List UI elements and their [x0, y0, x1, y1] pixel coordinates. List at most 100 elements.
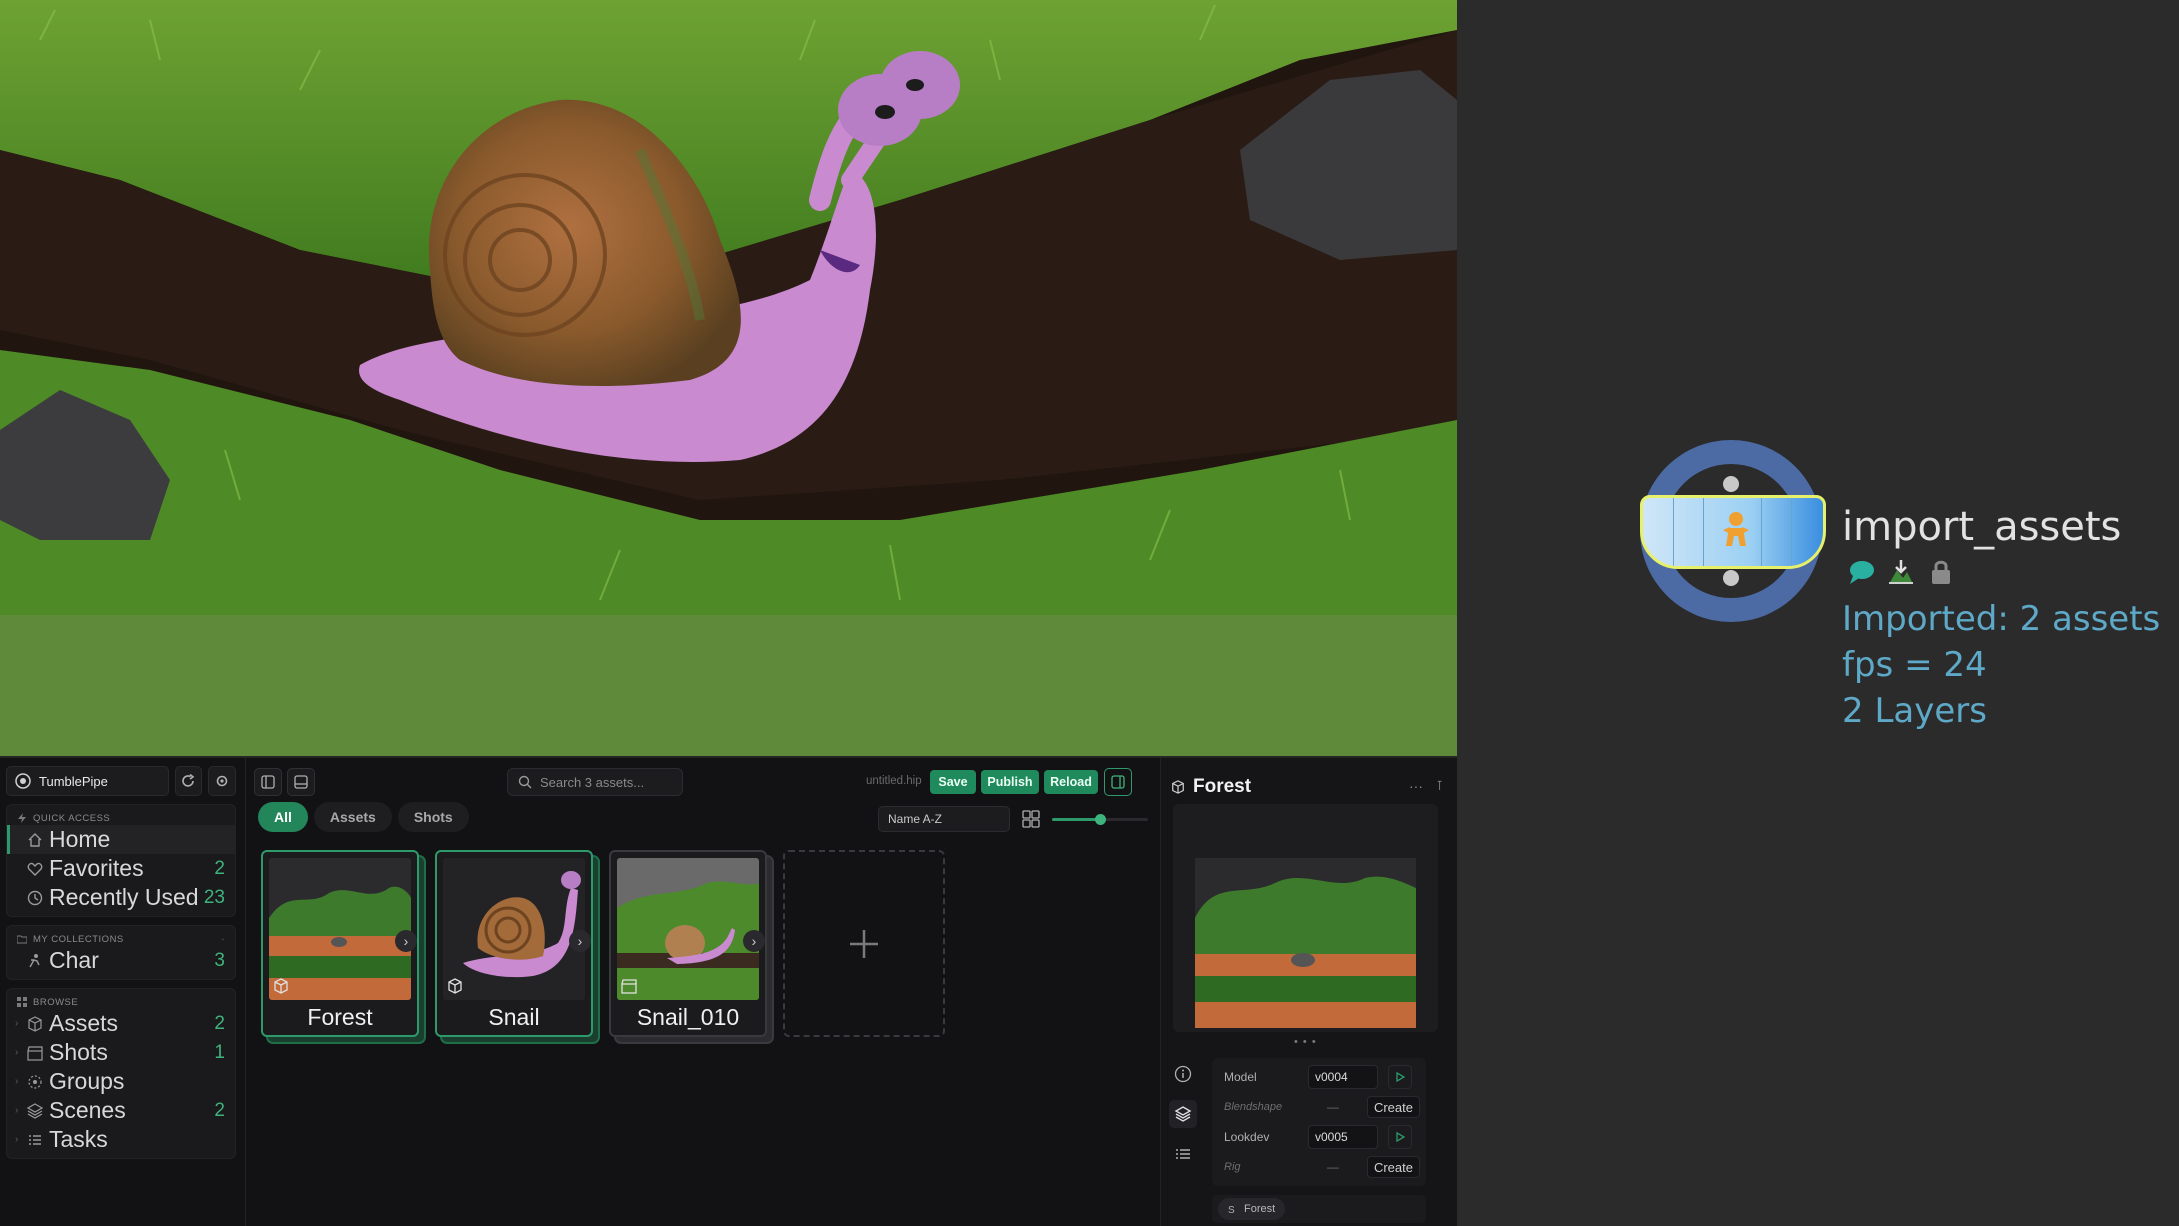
open-arrow-icon[interactable]: › [569, 930, 591, 952]
refresh-button[interactable] [174, 766, 203, 796]
node-info-line: fps = 24 [1842, 645, 1987, 685]
toggle-details-button[interactable] [1104, 768, 1132, 796]
sidebar-item-scenes[interactable]: › Scenes 2 [7, 1096, 235, 1125]
heart-icon [27, 861, 43, 877]
item-count: 2 [214, 1099, 225, 1121]
layer-version: — [1326, 1160, 1339, 1174]
expand-caret-icon[interactable]: › [15, 1076, 18, 1087]
tab-assets[interactable]: Assets [313, 802, 392, 832]
node-info: Imported: 2 assets fps = 24 2 Layers [1842, 596, 2160, 734]
scene-icon: S [1228, 1205, 1235, 1214]
layer-version: — [1326, 1100, 1339, 1114]
view-mode-button[interactable] [1018, 806, 1044, 832]
node-info-line: Imported: 2 assets [1842, 599, 2161, 639]
expand-caret-icon[interactable]: › [15, 1018, 18, 1029]
sidebar-item-home[interactable]: Home [7, 825, 235, 854]
lock-icon[interactable] [1927, 558, 1955, 586]
thumbnail-size-slider[interactable] [1052, 814, 1148, 825]
play-icon[interactable] [1388, 1065, 1412, 1089]
3d-viewport[interactable] [0, 0, 1457, 756]
version-select[interactable]: v0005 [1308, 1125, 1378, 1149]
output-connector[interactable] [1723, 570, 1739, 586]
details-preview [1173, 804, 1438, 1032]
sort-dropdown[interactable]: Name A-Z [878, 806, 1010, 832]
section-title: BROWSE [7, 995, 235, 1009]
plus-icon [850, 929, 878, 958]
search-input[interactable] [540, 774, 670, 790]
toggle-bottom-panel-button[interactable] [287, 768, 315, 796]
node-title: import_assets [1842, 504, 2122, 550]
expand-caret-icon[interactable]: › [15, 1134, 18, 1145]
tab-layers[interactable] [1169, 1100, 1197, 1128]
tab-shots[interactable]: Shots [397, 802, 469, 832]
open-arrow-icon[interactable]: › [743, 930, 765, 952]
sidebar-item-favorites[interactable]: Favorites 2 [7, 854, 235, 883]
add-asset-button[interactable] [783, 850, 945, 1037]
layer-name: Lookdev [1224, 1130, 1270, 1144]
svg-text:S: S [1228, 1205, 1235, 1214]
add-collection-button[interactable]: - [221, 934, 225, 945]
filter-tabs: All Assets Shots [258, 802, 469, 832]
pin-icon[interactable]: ⊺ [1436, 778, 1443, 794]
slider-handle[interactable] [1095, 814, 1106, 825]
layer-name: Blendshape [1224, 1101, 1283, 1113]
create-layer-button[interactable]: Create [1366, 1156, 1420, 1178]
sidebar-item-label: Scenes [49, 1097, 126, 1123]
sidebar-item-label: Home [49, 826, 111, 852]
asset-card-label: Snail_010 [636, 1004, 740, 1030]
expand-caret-icon[interactable]: › [15, 1105, 18, 1116]
import-icon[interactable] [1887, 558, 1915, 586]
sidebar-item-label: Tasks [49, 1126, 108, 1152]
section-title: MY COLLECTIONS - [7, 932, 235, 946]
tab-info[interactable] [1169, 1060, 1197, 1088]
layer-name: Rig [1224, 1161, 1241, 1173]
grid-icon [17, 997, 27, 1007]
cube-icon [1172, 780, 1184, 794]
import-assets-node[interactable] [1640, 495, 1826, 569]
asset-type-icon [448, 978, 462, 994]
layers-list: Model v0004 Blendshape — Create Lookdev … [1212, 1058, 1426, 1186]
save-button[interactable]: Save [930, 770, 976, 794]
create-layer-button[interactable]: Create [1366, 1096, 1420, 1118]
tab-tasks[interactable] [1169, 1140, 1197, 1168]
play-icon[interactable] [1388, 1125, 1412, 1149]
layers-icon [27, 1102, 43, 1119]
scene-usage-bar: S Forest [1212, 1195, 1426, 1223]
folder-icon [17, 935, 27, 944]
layer-row-rig: Rig — Create [1218, 1152, 1420, 1182]
cube-icon [27, 1015, 43, 1032]
input-connector[interactable] [1723, 476, 1739, 492]
open-arrow-icon[interactable]: › [395, 930, 417, 952]
version-select[interactable]: v0004 [1308, 1065, 1378, 1089]
search-box[interactable] [507, 768, 683, 796]
asset-card-forest[interactable]: › Forest [261, 850, 419, 1037]
refresh-icon [182, 774, 195, 787]
publish-button[interactable]: Publish [981, 770, 1039, 794]
scene-chip[interactable]: S Forest [1218, 1198, 1286, 1220]
settings-button[interactable] [208, 766, 236, 796]
asset-type-icon [274, 978, 288, 994]
toggle-sidebar-button[interactable] [254, 768, 282, 796]
asset-card-snail-010[interactable]: › Snail_010 [609, 850, 767, 1037]
info-icon [1174, 1065, 1192, 1083]
expand-caret-icon[interactable]: › [15, 1047, 18, 1058]
tab-all[interactable]: All [258, 802, 308, 832]
tasks-icon [1176, 1149, 1190, 1159]
search-icon [518, 775, 532, 789]
more-options-icon[interactable]: ··· [1409, 778, 1423, 794]
layer-row-lookdev: Lookdev v0005 [1218, 1122, 1420, 1152]
sidebar-item-recently-used[interactable]: Recently Used 23 [7, 883, 235, 912]
sidebar-item-tasks[interactable]: › Tasks [7, 1125, 235, 1154]
comment-icon[interactable] [1847, 558, 1875, 586]
resize-handle[interactable]: • • • [1294, 1036, 1317, 1048]
reload-button[interactable]: Reload [1044, 770, 1098, 794]
sidebar-item-groups[interactable]: › Groups [7, 1067, 235, 1096]
gear-icon [216, 775, 228, 787]
sidebar-item-shots[interactable]: › Shots 1 [7, 1038, 235, 1067]
sidebar-item-char[interactable]: Char 3 [7, 946, 235, 975]
browser-toolbar: untitled.hip Save Publish Reload [254, 768, 1150, 798]
sidebar-item-assets[interactable]: › Assets 2 [7, 1009, 235, 1038]
node-editor[interactable]: import_assets Imported: 2 assets fps = 2… [1457, 0, 2179, 1226]
asset-card-snail[interactable]: › Snail [435, 850, 593, 1037]
workspace-selector[interactable]: TumblePipe [6, 766, 169, 796]
